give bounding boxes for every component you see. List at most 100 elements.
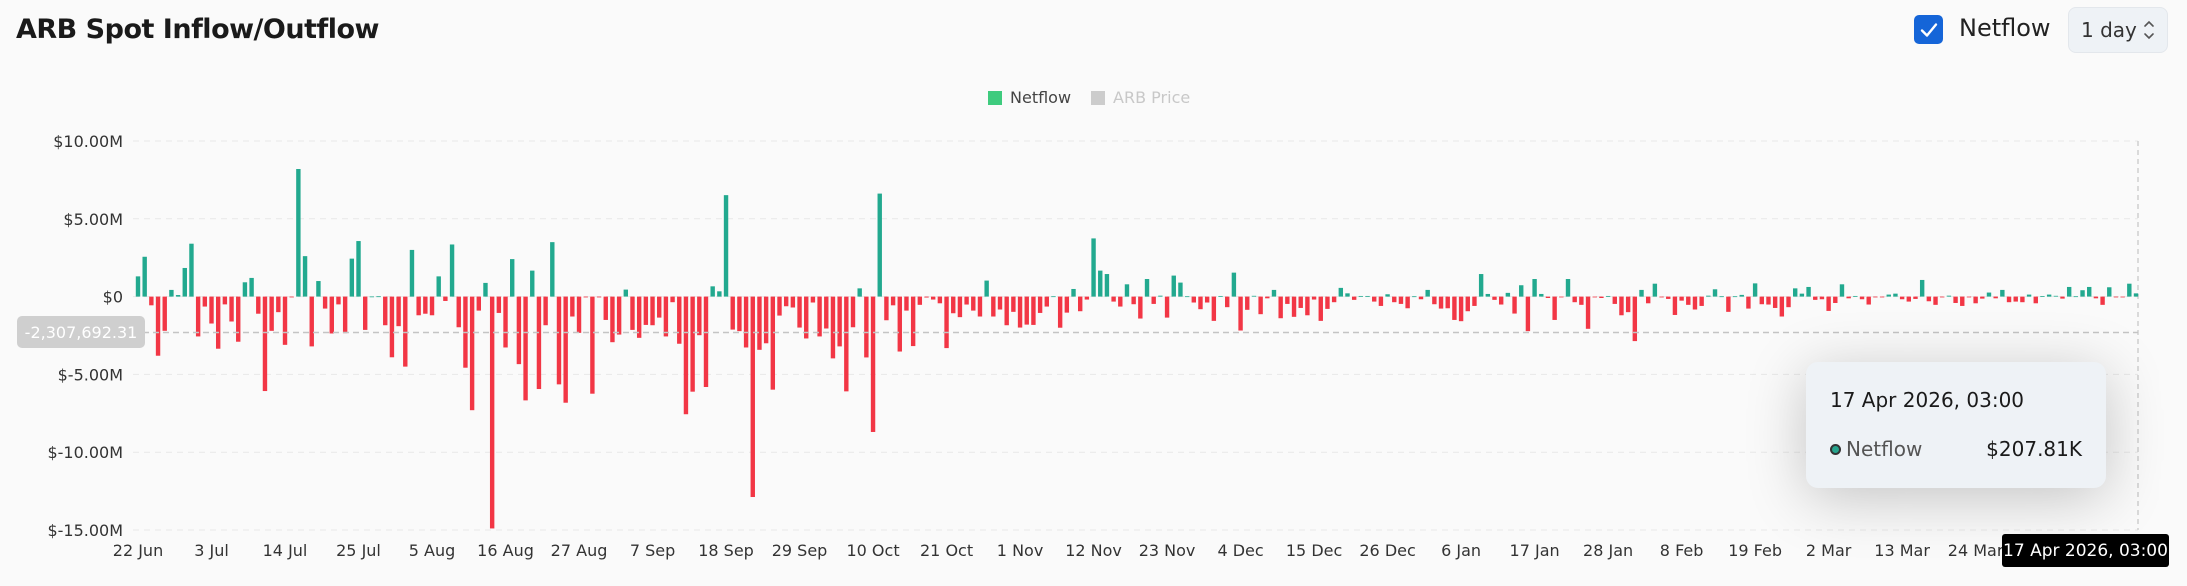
netflow-bar (376, 296, 381, 298)
y-tick-label: $-15.00M (47, 521, 123, 540)
netflow-bar (329, 296, 334, 334)
netflow-bar (730, 296, 735, 330)
netflow-bar (249, 277, 254, 297)
netflow-bar (1151, 296, 1156, 304)
x-tick-label: 4 Dec (1217, 541, 1263, 560)
netflow-bar (536, 296, 542, 390)
netflow-bar (309, 296, 314, 347)
netflow-bar (1278, 296, 1283, 319)
netflow-bar (162, 296, 167, 331)
netflow-bar (1799, 293, 1805, 297)
netflow-bar (596, 296, 602, 298)
netflow-bar (1164, 296, 1170, 318)
netflow-bar (456, 296, 461, 328)
netflow-bar (222, 296, 228, 305)
netflow-bar (396, 296, 401, 327)
netflow-bar (1492, 296, 1497, 300)
netflow-bar (1004, 296, 1009, 326)
netflow-bar (2133, 293, 2139, 297)
netflow-bar (476, 296, 481, 311)
netflow-bar (984, 280, 989, 297)
tooltip-date: 17 Apr 2026, 03:00 (1830, 388, 2025, 412)
netflow-bar (316, 281, 321, 297)
netflow-bar (1953, 296, 1958, 303)
netflow-bar (1405, 296, 1410, 309)
netflow-bar (616, 296, 622, 335)
netflow-bar (496, 296, 502, 313)
x-tick-label: 29 Sep (772, 541, 828, 560)
netflow-bar (1318, 296, 1323, 321)
netflow-bar (837, 296, 842, 347)
x-tick-label: 19 Feb (1728, 541, 1782, 560)
netflow-bar (135, 276, 141, 297)
netflow-bar (469, 296, 475, 411)
y-tick-label: $-10.00M (47, 443, 123, 462)
x-tick-label: 14 Jul (263, 541, 308, 560)
netflow-bar (1198, 296, 1203, 310)
netflow-bar (1739, 294, 1744, 297)
netflow-bar (362, 296, 368, 330)
netflow-bar (1131, 296, 1136, 305)
netflow-bar (383, 296, 388, 326)
x-tick-label: 12 Nov (1065, 541, 1122, 560)
netflow-bar (1358, 295, 1364, 297)
netflow-bar (262, 296, 268, 392)
netflow-bar (1719, 296, 1724, 298)
netflow-bar (1485, 293, 1491, 297)
netflow-bar (2093, 296, 2099, 299)
netflow-bar (1124, 284, 1130, 297)
netflow-bar (1225, 296, 1230, 308)
netflow-bar (142, 256, 147, 297)
netflow-bar (1044, 296, 1049, 307)
netflow-bar (202, 296, 208, 307)
netflow-bar (1539, 293, 1544, 297)
netflow-bar (1037, 296, 1043, 313)
netflow-bar (991, 296, 996, 317)
x-tick-label: 25 Jul (336, 541, 381, 560)
netflow-bar (844, 296, 849, 392)
reference-line-label: -2,307,692.31 (17, 316, 145, 348)
netflow-bar (516, 296, 522, 365)
netflow-bar (1779, 296, 1785, 317)
netflow-bar (1412, 296, 1417, 298)
netflow-bar (1605, 295, 1611, 297)
netflow-bar (215, 296, 221, 349)
x-tick-label: 10 Oct (846, 541, 899, 560)
netflow-bar (342, 296, 348, 334)
x-tick-label: 22 Jun (113, 541, 163, 560)
netflow-bar (1458, 296, 1464, 322)
netflow-bar (510, 259, 515, 297)
netflow-bar (1098, 270, 1103, 297)
netflow-bar (322, 296, 328, 309)
netflow-bar (930, 296, 936, 300)
netflow-bar (1960, 296, 1965, 306)
x-tick-label: 28 Jan (1583, 541, 1633, 560)
netflow-bar (436, 276, 441, 297)
netflow-bar (977, 296, 983, 317)
netflow-bar (1980, 296, 1985, 299)
netflow-bar (175, 295, 181, 297)
tooltip-value: $207.81K (1986, 437, 2082, 461)
netflow-bar (1385, 294, 1390, 297)
netflow-bar (1532, 279, 1537, 297)
netflow-bar (890, 296, 896, 306)
netflow-bar (864, 296, 869, 358)
netflow-bar (2026, 294, 2032, 297)
netflow-bar-chart[interactable]: $10.00M $5.00M $0 $-5.00M $-10.00M $-15.00M22… (0, 0, 2187, 586)
netflow-bar (1211, 296, 1217, 321)
netflow-bar (783, 296, 789, 307)
netflow-bar (1993, 296, 1998, 299)
netflow-bar (924, 296, 929, 298)
netflow-bar (2100, 296, 2105, 305)
netflow-bar (1204, 296, 1210, 303)
netflow-bar (1793, 288, 1798, 297)
x-tick-label: 15 Dec (1286, 541, 1342, 560)
netflow-bar (1438, 296, 1444, 309)
netflow-bar (2080, 290, 2085, 297)
netflow-bar (2033, 296, 2038, 304)
netflow-bar (1011, 296, 1016, 312)
netflow-bar (657, 296, 662, 318)
netflow-bar (1251, 295, 1257, 297)
netflow-bar (1986, 292, 1992, 297)
netflow-bar (717, 291, 722, 297)
